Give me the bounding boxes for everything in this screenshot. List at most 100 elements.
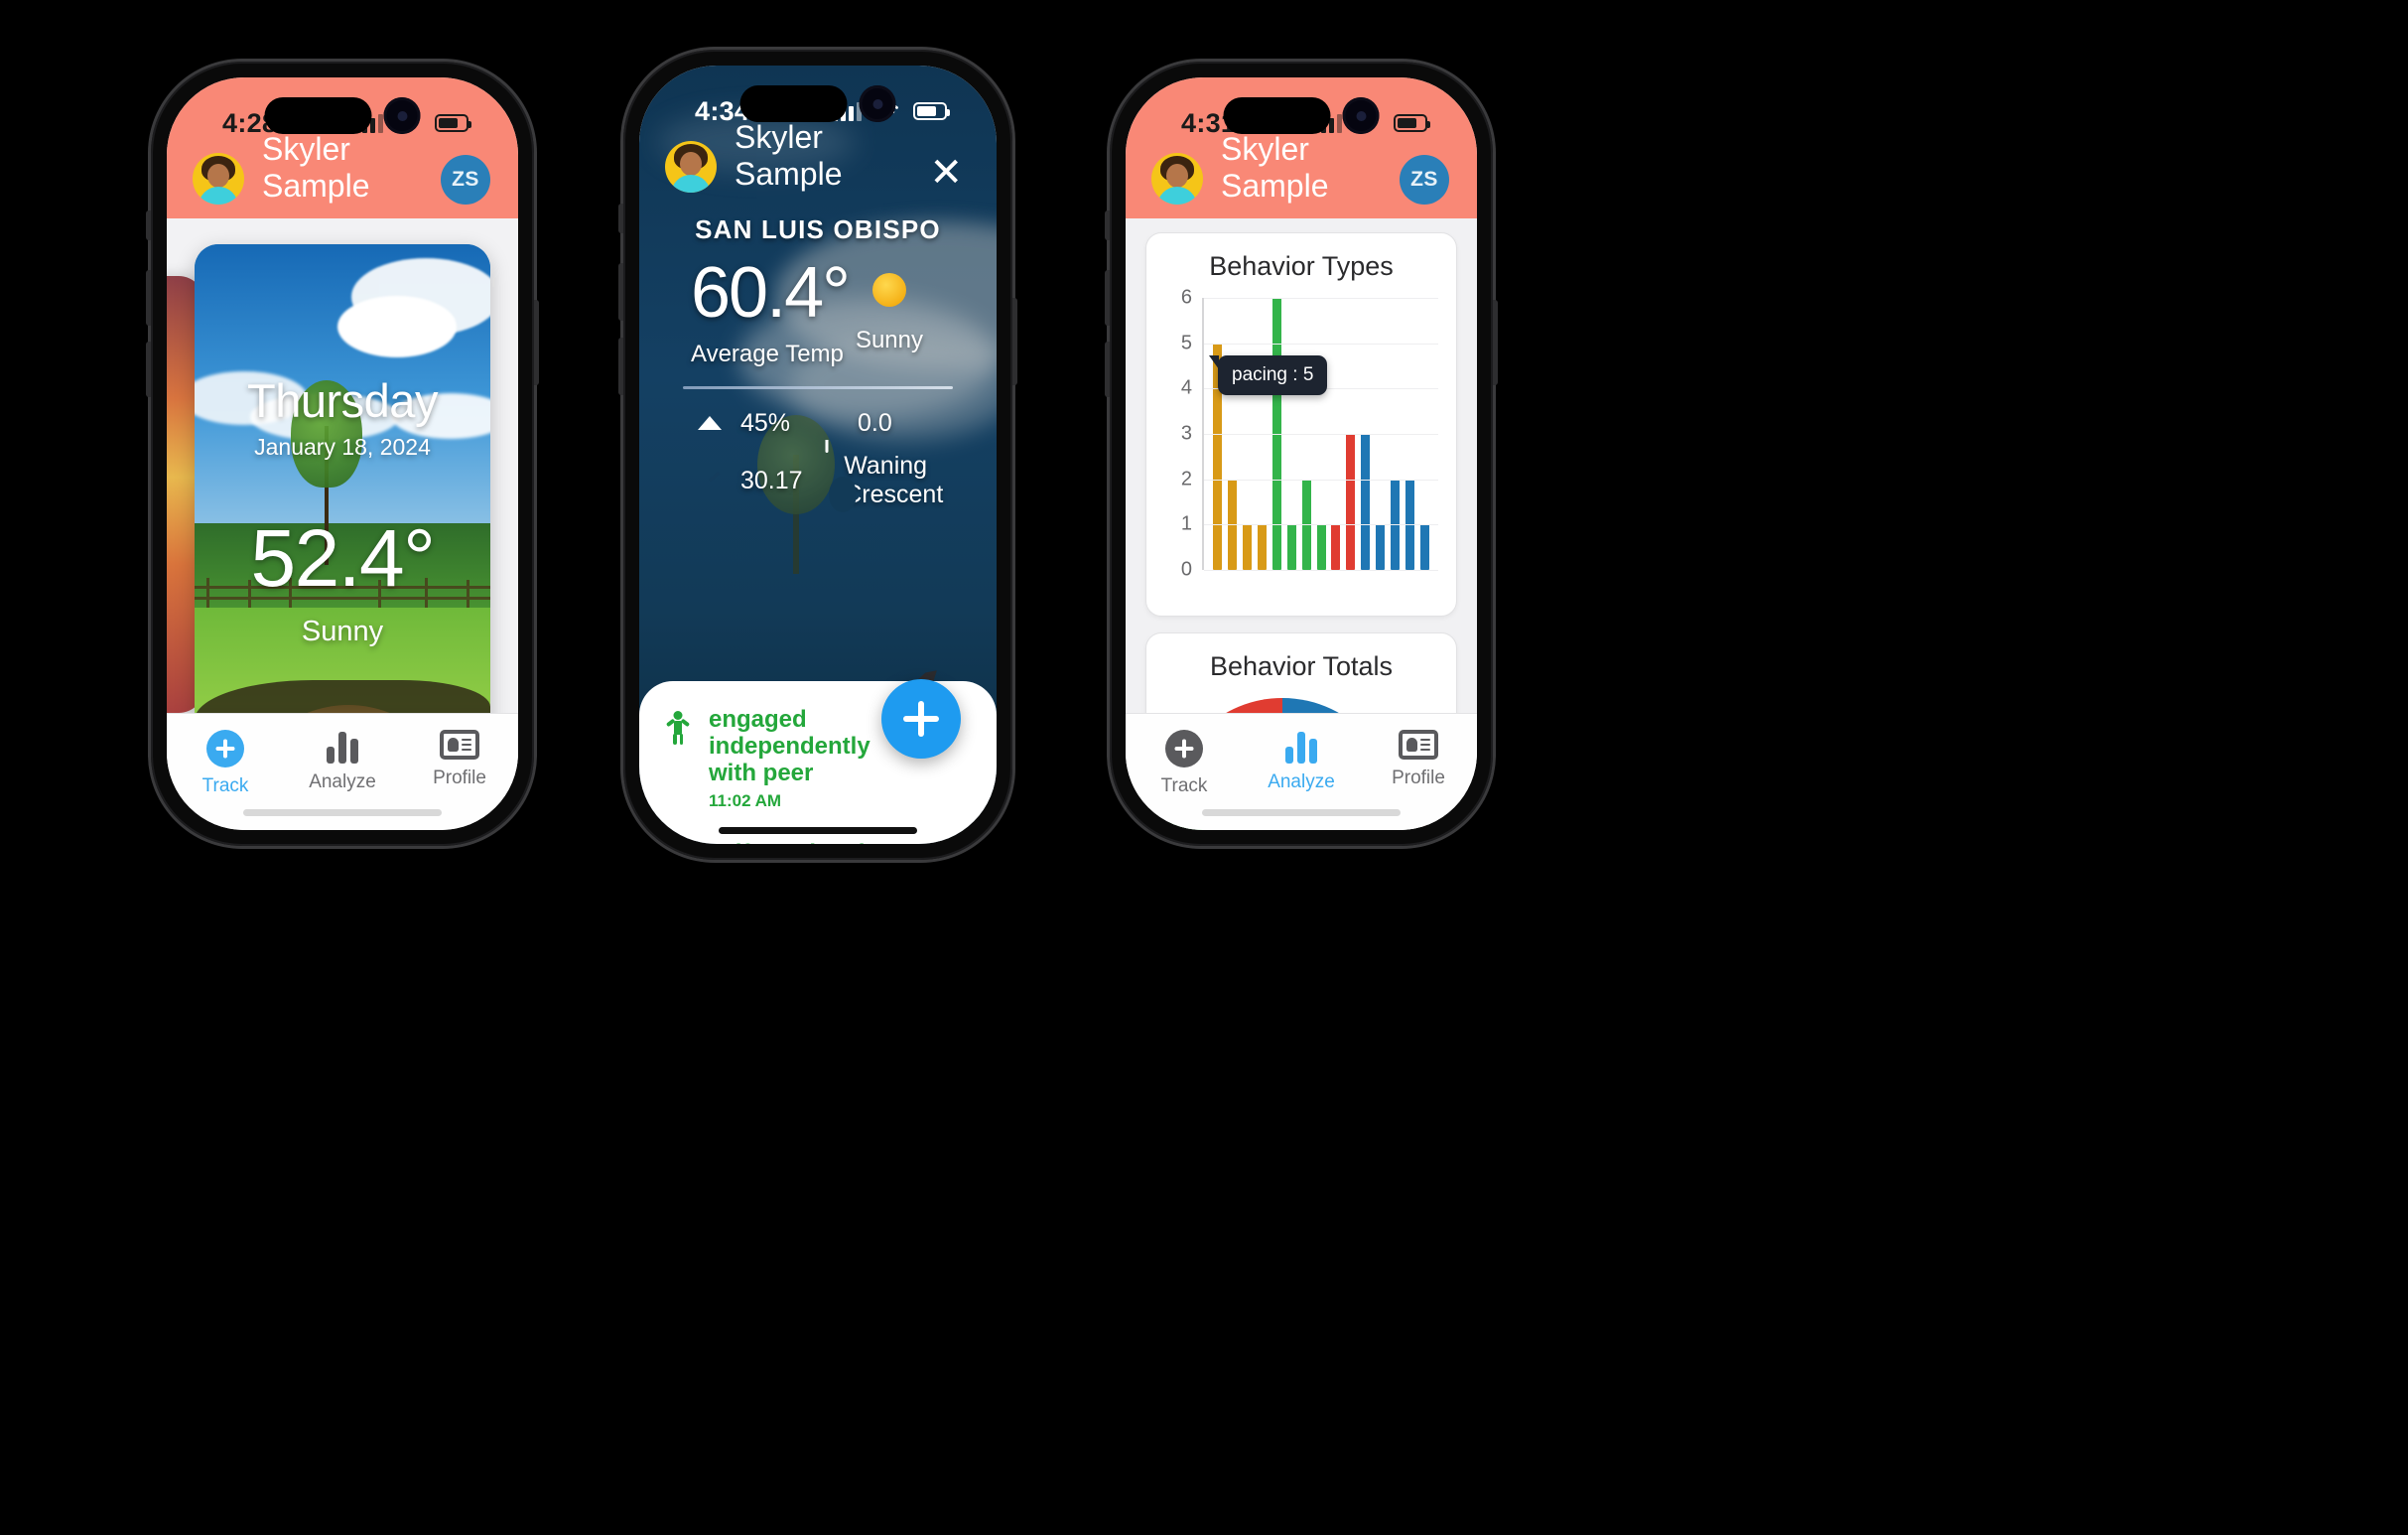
front-camera-icon — [859, 85, 896, 122]
home-indicator[interactable] — [243, 809, 442, 816]
person-icon — [661, 707, 695, 745]
weather-date: January 18, 2024 — [254, 434, 431, 460]
bar[interactable] — [1346, 434, 1356, 570]
account-initials-badge[interactable]: ZS — [1400, 155, 1449, 205]
stat-humidity: 45% — [693, 409, 804, 438]
tab-analyze[interactable]: Analyze — [1243, 730, 1360, 793]
phone1-screen: Skyler Sample ZS 4:28 Thursday January 1… — [167, 77, 518, 830]
y-tick-label: 1 — [1180, 512, 1192, 535]
plus-circle-icon — [1165, 730, 1203, 768]
stat-precipitation: 0.0 — [810, 409, 957, 438]
stat-pressure: 30.17 — [693, 452, 804, 509]
battery-icon — [435, 114, 471, 132]
event-time: 11:02 AM — [709, 790, 782, 810]
grid-line — [1204, 479, 1438, 481]
bar-chart-icon — [327, 730, 358, 764]
home-indicator[interactable] — [719, 827, 917, 834]
phone3-screen: Skyler Sample ZS 4:31 Behavior Types 0 1… — [1126, 77, 1477, 830]
bar-chart-y-axis: 0 1 2 3 4 5 6 — [1160, 287, 1200, 581]
phone3-power-button[interactable] — [1493, 300, 1498, 385]
stat-precipitation-value: 0.0 — [857, 409, 892, 438]
weather-detail-panel: SAN LUIS OBISPO 60.4° Average Temp Sunny — [639, 214, 997, 509]
bar[interactable] — [1242, 524, 1252, 570]
weather-average-temp-label: Average Temp — [691, 341, 844, 368]
dynamic-island — [264, 97, 421, 134]
bar[interactable] — [1361, 434, 1371, 570]
tab-track-label: Track — [201, 775, 249, 796]
front-camera-icon — [1342, 97, 1380, 134]
phone2-screen: Skyler Sample ✕ 4:34 SAN LUIS OBISPO 60.… — [639, 66, 997, 844]
sun-icon — [861, 261, 918, 319]
tab-profile[interactable]: Profile — [401, 730, 518, 789]
list-item[interactable]: self-regulated 11:30 AM — [661, 840, 973, 844]
y-tick-label: 0 — [1180, 558, 1192, 581]
bar[interactable] — [1286, 524, 1296, 570]
weather-condition: Sunny — [855, 327, 923, 353]
phone2-volume-down-button[interactable] — [618, 338, 623, 395]
avatar[interactable] — [1151, 153, 1203, 205]
tab-track-label: Track — [1160, 775, 1208, 796]
stat-moon-phase: Waning Crescent — [810, 452, 957, 509]
tab-analyze-label: Analyze — [309, 771, 376, 792]
stat-humidity-value: 45% — [740, 409, 791, 438]
phone-2: Skyler Sample ✕ 4:34 SAN LUIS OBISPO 60.… — [618, 50, 1017, 860]
tab-track[interactable]: Track — [167, 730, 284, 797]
bar[interactable] — [1316, 524, 1326, 570]
phone1-volume-up-button[interactable] — [146, 270, 151, 326]
id-card-icon — [1399, 730, 1438, 760]
chart-tooltip: pacing : 5 — [1208, 355, 1328, 395]
stat-pressure-value: 30.17 — [740, 466, 803, 494]
chart-title: Behavior Totals — [1209, 651, 1394, 681]
tab-track[interactable]: Track — [1126, 730, 1243, 797]
comment-bubble-icon[interactable] — [931, 841, 973, 844]
tab-profile-label: Profile — [433, 768, 486, 788]
stat-moon-phase-value: Waning Crescent — [844, 452, 944, 509]
phone2-volume-up-button[interactable] — [618, 263, 623, 321]
phone1-mute-switch[interactable] — [146, 210, 151, 240]
weather-city: SAN LUIS OBISPO — [695, 214, 941, 244]
home-indicator[interactable] — [1202, 809, 1401, 816]
bar[interactable] — [1257, 524, 1267, 570]
tab-analyze[interactable]: Analyze — [284, 730, 401, 793]
dynamic-island — [1223, 97, 1380, 134]
phone2-power-button[interactable] — [1012, 298, 1017, 385]
phone3-mute-switch[interactable] — [1105, 210, 1110, 240]
phone3-volume-down-button[interactable] — [1105, 342, 1110, 397]
phone2-mute-switch[interactable] — [618, 204, 623, 233]
chart-title: Behavior Types — [1209, 251, 1394, 281]
y-tick-label: 2 — [1180, 468, 1192, 490]
y-tick-label: 3 — [1180, 422, 1192, 445]
tab-profile[interactable]: Profile — [1360, 730, 1477, 789]
account-initials-badge[interactable]: ZS — [441, 155, 490, 205]
weather-average-temperature: 60.4° — [691, 253, 851, 333]
bar[interactable] — [1376, 524, 1386, 570]
grid-line — [1204, 524, 1438, 526]
bar[interactable] — [1331, 524, 1341, 570]
dynamic-island — [739, 85, 896, 122]
phone3-content: Behavior Types 0 1 2 3 4 5 6 pacing : 5 Behavi… — [1126, 218, 1477, 830]
close-icon[interactable]: ✕ — [923, 153, 969, 193]
phone-1: Skyler Sample ZS 4:28 Thursday January 1… — [146, 62, 539, 846]
grid-line — [1204, 434, 1438, 435]
plus-circle-icon — [206, 730, 244, 768]
bar[interactable] — [1420, 524, 1430, 570]
weather-day-card[interactable]: Thursday January 18, 2024 52.4° Sunny — [195, 244, 490, 713]
weather-temperature: 52.4° — [250, 513, 436, 604]
weather-stats-grid: 45% 0.0 30.17 Waning Crescent — [679, 409, 957, 509]
avatar[interactable] — [665, 141, 717, 193]
behavior-types-chart-card[interactable]: Behavior Types 0 1 2 3 4 5 6 pacing : 5 — [1145, 232, 1457, 617]
weather-condition: Sunny — [301, 616, 384, 647]
weather-day-name: Thursday — [247, 374, 438, 427]
phone3-volume-up-button[interactable] — [1105, 270, 1110, 326]
bar-chart-plot-area — [1202, 298, 1438, 571]
avatar[interactable] — [193, 153, 244, 205]
person-icon — [661, 841, 695, 844]
grid-line — [1204, 298, 1438, 299]
phone1-power-button[interactable] — [534, 300, 539, 385]
front-camera-icon — [383, 97, 421, 134]
phone1-volume-down-button[interactable] — [146, 342, 151, 397]
y-tick-label: 4 — [1180, 376, 1192, 399]
add-entry-fab[interactable] — [881, 679, 961, 759]
bar-chart[interactable]: 0 1 2 3 4 5 6 pacing : 5 — [1160, 287, 1438, 596]
bar-chart-icon — [1285, 730, 1317, 764]
